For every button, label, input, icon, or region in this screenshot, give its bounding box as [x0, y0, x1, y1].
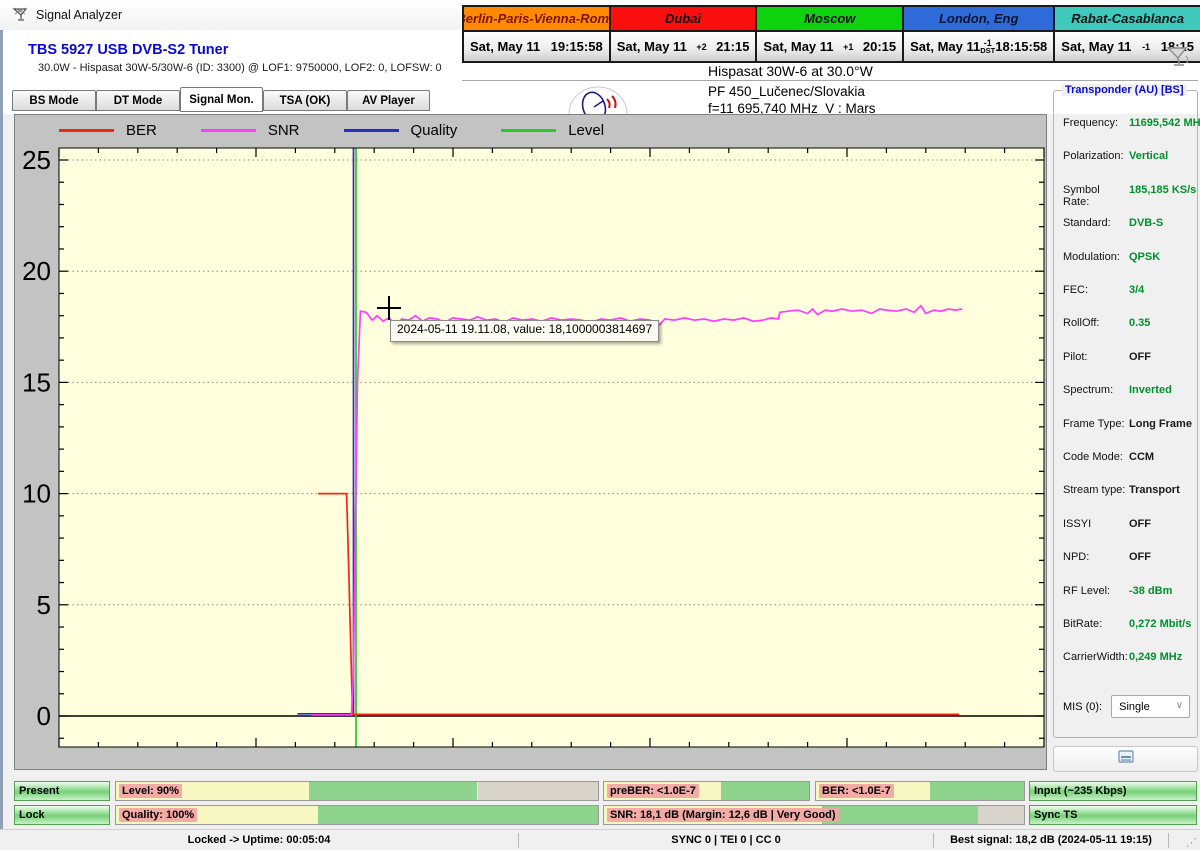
transponder-panel: Transponder (AU) [BS] Frequency:11695,54…	[1053, 90, 1198, 738]
app-icon	[12, 6, 29, 28]
svg-text:20: 20	[22, 256, 51, 286]
window-title: Signal Analyzer	[36, 8, 122, 22]
clock-time-2: Sat, May 11+221:15	[611, 32, 756, 61]
clock-city-4: London, Eng	[904, 7, 1053, 30]
transponder-panel-title: Transponder (AU) [BS]	[1062, 84, 1187, 96]
crosshair-cursor	[377, 296, 401, 320]
transponder-row-npd-: NPD:OFF	[1063, 551, 1191, 565]
bar-preber: preBER: <1.0E-7	[603, 781, 810, 801]
svg-text:5: 5	[37, 590, 51, 620]
window-left-frame	[0, 30, 3, 850]
transponder-row-rf-level-: RF Level:-38 dBm	[1063, 585, 1191, 599]
clock-city-1: Berlin-Paris-Vienna-Roma	[464, 7, 609, 30]
tab-av-player[interactable]: AV Player	[347, 90, 430, 111]
clock-time-3: Sat, May 11+120:15	[757, 32, 902, 61]
svg-text:25: 25	[22, 145, 51, 175]
statusbar-best-signal: Best signal: 18,2 dB (2024-05-11 19:15)	[934, 830, 1168, 850]
bar-input-235-kbps-: Input (~235 Kbps)	[1029, 781, 1197, 801]
transponder-row-pilot-: Pilot:OFF	[1063, 351, 1191, 365]
tab-signal-mon-[interactable]: Signal Mon.	[180, 87, 263, 112]
transponder-row-symbol-rate-: Symbol Rate:185,185 KS/s	[1063, 184, 1191, 198]
mis-dropdown[interactable]: Single ∨	[1111, 695, 1190, 718]
transponder-row-rolloff-: RollOff:0.35	[1063, 317, 1191, 331]
bar-lock: Lock	[14, 805, 110, 825]
statusbar-lock-uptime: Locked -> Uptime: 00:05:04	[0, 830, 518, 850]
satellite-position-text: Hispasat 30W-6 at 30.0°W	[708, 63, 873, 79]
mode-tabs: BS ModeDT ModeSignal Mon.TSA (OK)AV Play…	[12, 87, 442, 115]
clock-time-1: Sat, May 1119:15:58	[464, 32, 609, 61]
transponder-row-standard-: Standard:DVB-S	[1063, 217, 1191, 231]
tab-dt-mode[interactable]: DT Mode	[96, 90, 180, 111]
bar-present: Present	[14, 781, 110, 801]
transponder-row-issyi: ISSYIOFF	[1063, 518, 1191, 532]
transponder-row-frame-type-: Frame Type:Long Frame	[1063, 418, 1191, 432]
transponder-row-spectrum-: Spectrum:Inverted	[1063, 384, 1191, 398]
mis-selected-value: Single	[1119, 701, 1150, 713]
clock-time-4: Sat, May 11-1DST18:15:58	[904, 32, 1053, 61]
chart-tooltip: 2024-05-11 19.11.08, value: 18,100000381…	[390, 320, 659, 342]
resize-grip[interactable]: ⋰	[1186, 836, 1198, 849]
svg-text:15: 15	[22, 367, 51, 397]
transponder-row-fec-: FEC:3/4	[1063, 284, 1191, 298]
world-clock-panel: Berlin-Paris-Vienna-RomaDubaiMoscowLondo…	[462, 5, 1200, 63]
transponder-row-frequency-: Frequency:11695,542 MHz	[1063, 117, 1191, 131]
transponder-row-carrierwidth-: CarrierWidth:0,249 MHz	[1063, 651, 1191, 665]
statusbar-sync-counters: SYNC 0 | TEI 0 | CC 0	[519, 830, 933, 850]
bar-ber: BER: <1.0E-7	[815, 781, 1025, 801]
satellite-dish-icon	[1164, 44, 1194, 73]
clock-city-5: Rabat-Casablanca	[1055, 7, 1200, 30]
tab-bs-mode[interactable]: BS Mode	[12, 90, 96, 111]
bar-level: Level: 90%	[115, 781, 599, 801]
tuner-subtitle: 30.0W - Hispasat 30W-5/30W-6 (ID: 3300) …	[38, 62, 442, 74]
clock-city-2: Dubai	[611, 7, 756, 30]
header-separator	[462, 80, 1198, 81]
bar-sync-ts: Sync TS	[1029, 805, 1197, 825]
chevron-down-icon: ∨	[1176, 700, 1183, 711]
transponder-row-bitrate-: BitRate:0,272 Mbit/s	[1063, 618, 1191, 632]
transponder-row-code-mode-: Code Mode:CCM	[1063, 451, 1191, 465]
signal-chart[interactable]: BERSNRQualityLevel 0510152025	[14, 114, 1047, 770]
transponder-save-button[interactable]	[1053, 746, 1198, 772]
tuner-title: TBS 5927 USB DVB-S2 Tuner	[28, 42, 228, 58]
svg-text:10: 10	[22, 479, 51, 509]
status-bar: Locked -> Uptime: 00:05:04 SYNC 0 | TEI …	[0, 829, 1200, 850]
mis-label: MIS (0):	[1063, 701, 1102, 713]
transponder-row-modulation-: Modulation:QPSK	[1063, 251, 1191, 265]
bar-snr: SNR: 18,1 dB (Margin: 12,6 dB | Very Goo…	[603, 805, 1025, 825]
stack-icon	[1118, 750, 1134, 768]
clock-city-3: Moscow	[757, 7, 902, 30]
transponder-row-polarization-: Polarization:Vertical	[1063, 150, 1191, 164]
tab-tsa-ok-[interactable]: TSA (OK)	[263, 90, 347, 111]
transponder-row-stream-type-: Stream type:Transport	[1063, 484, 1191, 498]
svg-text:0: 0	[37, 701, 51, 731]
site-text: PF 450_Lučenec/Slovakia	[708, 84, 865, 99]
bar-quality: Quality: 100%	[115, 805, 599, 825]
